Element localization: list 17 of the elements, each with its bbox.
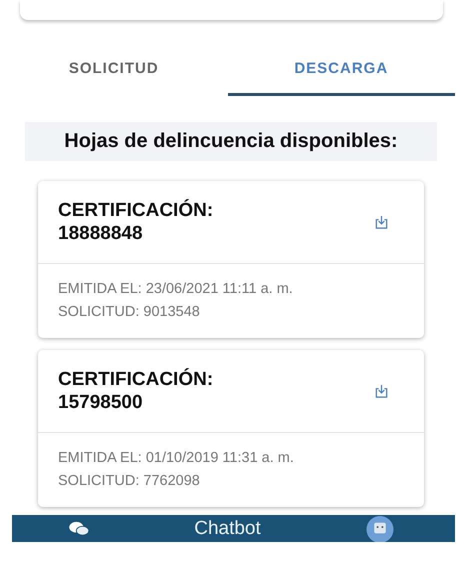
certificate-number: 18888848 — [58, 222, 144, 245]
certificate-number: 15798500 — [58, 391, 144, 414]
download-icon[interactable] — [374, 384, 389, 398]
tab[interactable]: SOLICITUD — [0, 42, 228, 96]
tab[interactable]: DESCARGA — [228, 42, 455, 96]
request-number: SOLICITUD: 9013548 — [58, 303, 201, 322]
issued-date: EMITIDA EL: 01/10/2019 11:31 a. m. — [58, 449, 295, 468]
chatbot-label: Chatbot — [194, 518, 261, 540]
certificate-title: CERTIFICACIÓN: — [58, 199, 214, 222]
section-heading: Hojas de delincuencia disponibles: — [25, 122, 437, 161]
issued-date: EMITIDA EL: 23/06/2021 11:11 a. m. — [58, 280, 294, 299]
robot-icon — [364, 515, 395, 542]
request-number: SOLICITUD: 7762098 — [58, 472, 201, 491]
chatbot-bar[interactable]: Chatbot — [12, 515, 455, 542]
certificate-title: CERTIFICACIÓN: — [58, 368, 214, 391]
chat-icon — [68, 520, 90, 536]
download-icon[interactable] — [374, 214, 389, 230]
